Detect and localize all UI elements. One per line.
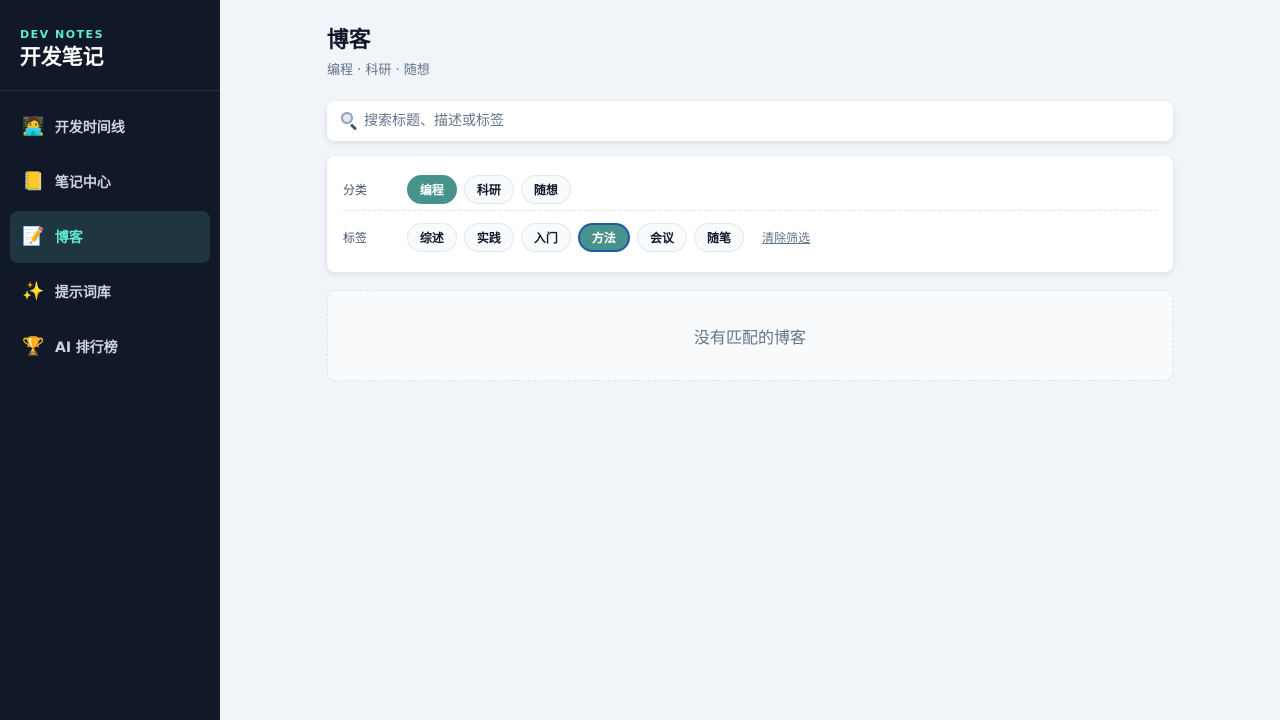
sidebar-item-label: 提示词库 bbox=[55, 285, 111, 301]
developer-icon: 🧑‍💻 bbox=[22, 116, 45, 137]
search-icon bbox=[339, 111, 359, 131]
search-input[interactable] bbox=[364, 113, 1161, 129]
category-chip-programming[interactable]: 编程 bbox=[407, 174, 458, 204]
page-subtitle: 编程 · 科研 · 随想 bbox=[327, 63, 430, 78]
main-content: 博客 编程 · 科研 · 随想 分类 编程 科研 随想 标签 综述 实践 入门 … bbox=[327, 0, 1173, 381]
trophy-icon: 🏆 bbox=[22, 336, 45, 357]
sidebar-item-notes[interactable]: 📒 笔记中心 bbox=[10, 156, 210, 208]
filter-panel: 分类 编程 科研 随想 标签 综述 实践 入门 方法 会议 随笔 清除筛选 bbox=[327, 156, 1173, 272]
category-chip-research[interactable]: 科研 bbox=[464, 174, 515, 204]
tag-chip-review[interactable]: 综述 bbox=[407, 223, 458, 252]
tag-filter-row: 标签 综述 实践 入门 方法 会议 随笔 清除筛选 bbox=[343, 210, 1157, 252]
tag-chip-practice[interactable]: 实践 bbox=[464, 223, 515, 252]
search-bar bbox=[327, 101, 1173, 141]
memo-icon: 📝 bbox=[22, 226, 45, 247]
sidebar-item-label: 博客 bbox=[55, 230, 83, 246]
notebook-icon: 📒 bbox=[22, 171, 45, 192]
sidebar-item-label: 开发时间线 bbox=[55, 120, 125, 136]
sidebar-item-blog[interactable]: 📝 博客 bbox=[10, 211, 210, 263]
brand: DEV NOTES 开发笔记 bbox=[0, 0, 220, 91]
tag-label: 标签 bbox=[343, 231, 368, 245]
sidebar-item-label: 笔记中心 bbox=[55, 175, 111, 191]
sparkles-icon: ✨ bbox=[22, 281, 45, 302]
sidebar-item-prompts[interactable]: ✨ 提示词库 bbox=[10, 266, 210, 318]
tag-chip-method[interactable]: 方法 bbox=[578, 223, 631, 252]
empty-state: 没有匹配的博客 bbox=[327, 290, 1173, 381]
category-label: 分类 bbox=[343, 182, 368, 197]
empty-state-message: 没有匹配的博客 bbox=[693, 327, 806, 347]
sidebar-item-leaderboard[interactable]: 🏆 AI 排行榜 bbox=[10, 321, 210, 373]
sidebar-nav: 🧑‍💻 开发时间线 📒 笔记中心 📝 博客 ✨ 提示词库 🏆 AI 排行榜 bbox=[0, 91, 220, 386]
sidebar-item-timeline[interactable]: 🧑‍💻 开发时间线 bbox=[10, 101, 210, 153]
brand-subtitle: DEV NOTES bbox=[20, 28, 104, 41]
tag-chip-intro[interactable]: 入门 bbox=[521, 223, 572, 252]
tag-chip-essay[interactable]: 随笔 bbox=[694, 223, 745, 252]
tag-chip-conference[interactable]: 会议 bbox=[637, 223, 688, 252]
page-title: 博客 bbox=[327, 28, 372, 53]
clear-filters-link[interactable]: 清除筛选 bbox=[762, 229, 810, 246]
sidebar-item-label: AI 排行榜 bbox=[55, 340, 118, 356]
brand-title: 开发笔记 bbox=[20, 45, 104, 69]
category-chip-thoughts[interactable]: 随想 bbox=[521, 174, 572, 204]
category-filter-row: 分类 编程 科研 随想 bbox=[343, 174, 1157, 204]
sidebar: DEV NOTES 开发笔记 🧑‍💻 开发时间线 📒 笔记中心 📝 博客 ✨ 提… bbox=[0, 0, 220, 720]
